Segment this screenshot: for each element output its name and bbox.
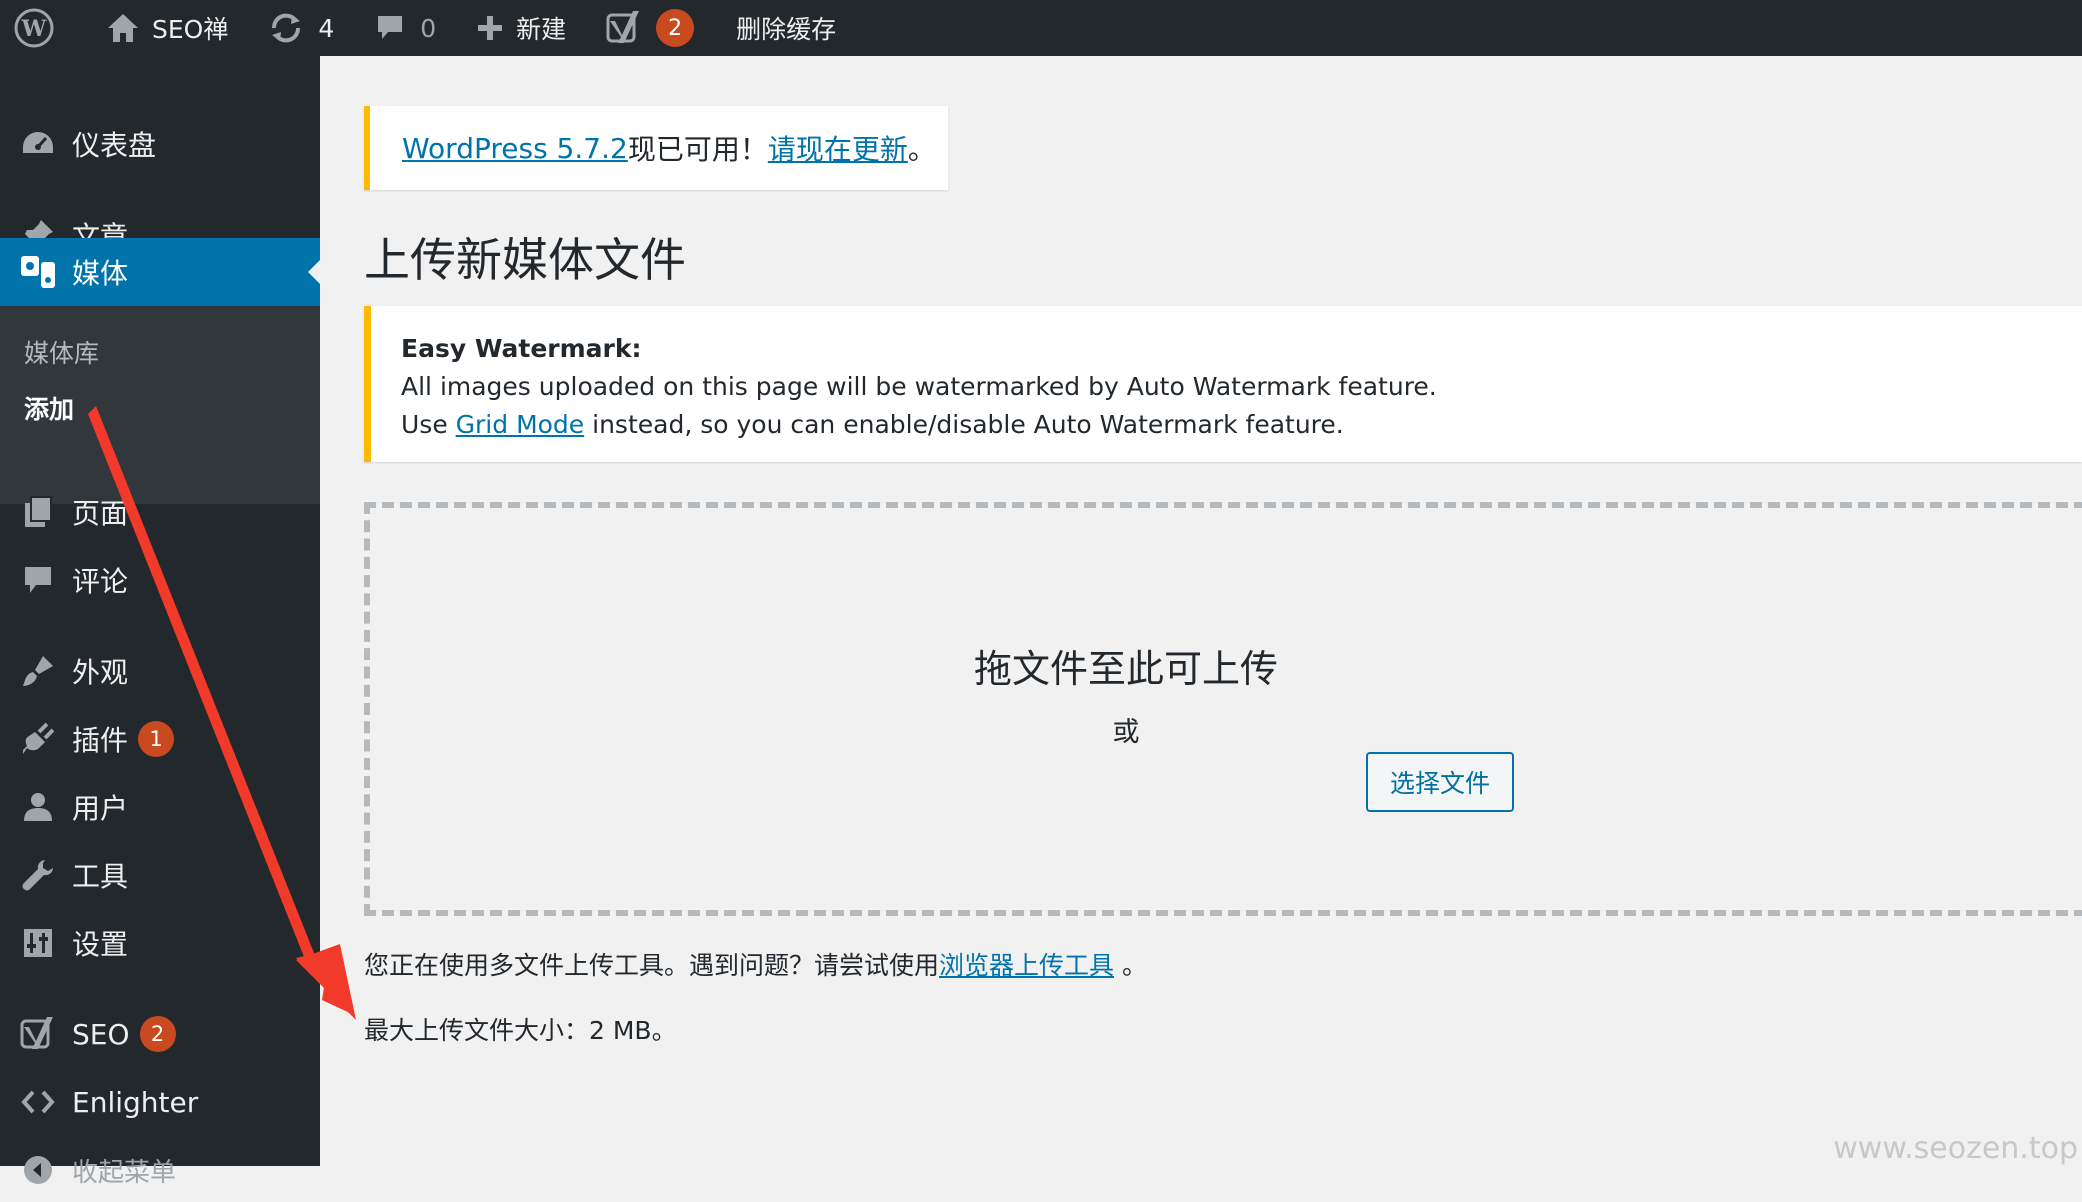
drop-or-text: 或 (1112, 717, 1140, 748)
new-content-menu[interactable]: 新建 (462, 0, 580, 56)
menu-label-comments: 评论 (72, 565, 129, 598)
menu-item-settings[interactable]: 设置 (0, 911, 320, 975)
collapse-menu-button[interactable]: 收起菜单 (0, 1138, 320, 1202)
update-notice-end: 。 (907, 133, 936, 166)
menu-label-users: 用户 (72, 792, 129, 825)
svg-text:W: W (21, 16, 47, 42)
uploader-note-end: 。 (1114, 951, 1147, 980)
refresh-icon (272, 13, 301, 43)
watermark-notice-line2: Use Grid Mode instead, so you can enable… (401, 406, 2082, 444)
uploader-note-text: 您正在使用多文件上传工具。遇到问题？请尝试使用 (364, 951, 940, 980)
code-icon (18, 1088, 58, 1116)
site-watermark: www.seozen.top (1833, 1131, 2078, 1166)
watermark-notice: Easy Watermark: All images uploaded on t… (364, 306, 2082, 462)
plugins-update-badge: 1 (138, 721, 175, 757)
menu-label-media: 媒体 (72, 257, 129, 290)
yoast-icon (606, 11, 640, 43)
submenu-media-library[interactable]: 媒体库 (24, 334, 99, 370)
page-title: 上传新媒体文件 (364, 233, 686, 287)
wp-logo-menu[interactable]: W (0, 0, 68, 56)
menu-item-pages[interactable]: 页面 (0, 480, 320, 544)
watermark-line2-post: instead, so you can enable/disable Auto … (584, 410, 1344, 439)
submenu-add-new[interactable]: 添加 (24, 390, 74, 426)
update-notice: WordPress 5.7.2 现已可用！ 请现在更新 。 (364, 106, 948, 190)
update-available-text: 现已可用！ (627, 133, 768, 166)
watermark-notice-line1: All images uploaded on this page will be… (401, 372, 1437, 401)
menu-label-pages: 页面 (72, 497, 129, 530)
menu-item-plugins[interactable]: 插件 1 (0, 707, 320, 771)
menu-item-appearance[interactable]: 外观 (0, 639, 320, 703)
admin-bar: W SEO禅 4 0 新建 2 删除缓存 (0, 0, 2082, 56)
drop-files-text: 拖文件至此可上传 (973, 647, 1278, 691)
new-label: 新建 (516, 15, 567, 44)
menu-item-media[interactable]: 媒体 (0, 238, 320, 306)
menu-item-dashboard[interactable]: 仪表盘 (0, 112, 320, 176)
plugin-icon (18, 722, 58, 756)
brush-icon (18, 654, 58, 688)
menu-label-plugins: 插件 (72, 724, 129, 757)
menu-label-collapse: 收起菜单 (72, 1157, 177, 1188)
menu-label-dashboard: 仪表盘 (72, 129, 157, 162)
page-icon (18, 495, 58, 529)
comments-menu[interactable]: 0 (360, 0, 450, 56)
comment-icon (378, 16, 403, 39)
home-icon (108, 14, 138, 42)
update-now-link[interactable]: 请现在更新 (768, 128, 908, 168)
seo-notification-badge: 2 (139, 1016, 176, 1052)
menu-item-comments[interactable]: 评论 (0, 548, 320, 612)
max-upload-size-text: 最大上传文件大小：2 MB。 (364, 1016, 677, 1045)
clear-cache-button[interactable]: 删除缓存 (722, 0, 850, 56)
wordpress-logo-icon: W (14, 8, 54, 48)
menu-label-enlighter: Enlighter (72, 1085, 199, 1119)
menu-item-tools[interactable]: 工具 (0, 843, 320, 907)
select-files-button[interactable]: 选择文件 (1366, 752, 1514, 812)
yoast-menu[interactable]: 2 (592, 0, 708, 56)
admin-menu: 仪表盘 文章 媒体 媒体库 添加 页面 评论 外观 插件 1 用户 工具 设置 … (0, 56, 320, 1188)
dashboard-icon (18, 129, 58, 159)
yoast-badge: 2 (656, 9, 695, 47)
menu-label-tools: 工具 (72, 860, 129, 893)
site-name: SEO禅 (152, 15, 229, 44)
menu-item-enlighter[interactable]: Enlighter (0, 1070, 320, 1134)
menu-item-users[interactable]: 用户 (0, 775, 320, 839)
comment-icon (18, 564, 58, 596)
upload-drop-zone[interactable]: 拖文件至此可上传 或 (364, 502, 2082, 916)
wordpress-version-link[interactable]: WordPress 5.7.2 (402, 132, 628, 165)
comments-count: 0 (420, 13, 437, 43)
updates-count: 4 (318, 13, 335, 43)
user-icon (18, 791, 58, 823)
wrench-icon (18, 858, 58, 892)
plus-icon (478, 16, 503, 40)
yoast-icon (18, 1015, 58, 1053)
media-submenu: 媒体库 添加 (0, 306, 320, 504)
uploader-note: 您正在使用多文件上传工具。遇到问题？请尝试使用浏览器上传工具 。 (364, 946, 1147, 982)
site-name-menu[interactable]: SEO禅 (92, 0, 242, 56)
collapse-icon (18, 1154, 58, 1186)
menu-label-appearance: 外观 (72, 656, 129, 689)
media-icon (18, 254, 58, 290)
settings-icon (18, 927, 58, 959)
watermark-notice-title: Easy Watermark: (401, 334, 642, 363)
browser-uploader-link[interactable]: 浏览器上传工具 (939, 951, 1114, 980)
menu-label-seo: SEO (72, 1017, 130, 1051)
watermark-line2-pre: Use (401, 410, 456, 439)
menu-item-seo[interactable]: SEO 2 (0, 1002, 320, 1066)
clear-cache-label: 删除缓存 (736, 15, 837, 44)
grid-mode-link[interactable]: Grid Mode (456, 410, 585, 439)
updates-menu[interactable]: 4 (254, 0, 348, 56)
menu-label-settings: 设置 (72, 928, 129, 961)
